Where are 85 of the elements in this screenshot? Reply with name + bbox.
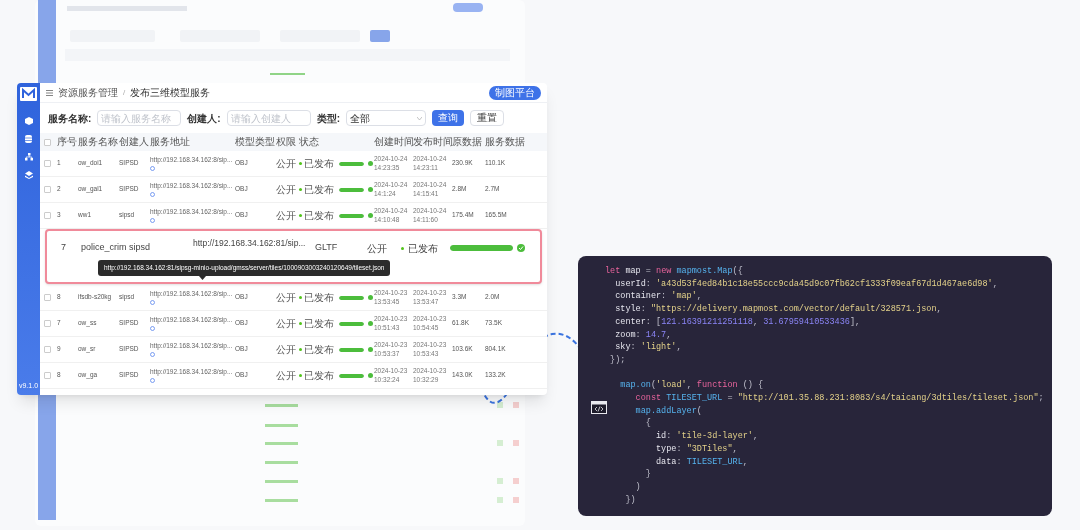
link-icon[interactable] xyxy=(150,192,155,198)
reset-button[interactable]: 重置 xyxy=(470,110,505,126)
code-line: const TILESET_URL = "http://101.35.88.231:8083/s4/taicang/3dtiles/tileset.json"; xyxy=(634,392,1045,405)
column-header: 原数据 xyxy=(452,137,483,147)
table-cell-text: 公开 xyxy=(276,344,297,355)
table-cell-text: 公开 xyxy=(276,158,297,169)
type-dropdown[interactable]: 全部 xyxy=(346,110,427,126)
filter-label: 创建人: xyxy=(187,111,221,126)
table-cell-text: 7 xyxy=(61,241,67,255)
code-line: type: "3DTiles", xyxy=(655,442,739,456)
search-button[interactable]: 查询 xyxy=(432,110,465,126)
code-line: { xyxy=(644,417,652,431)
breadcrumb-link[interactable]: 资源服务管理 xyxy=(58,85,118,100)
logo-icon xyxy=(20,87,37,101)
database-icon[interactable] xyxy=(25,135,32,143)
link-icon[interactable] xyxy=(150,166,155,172)
code-line: zoom: 14.7, xyxy=(614,328,673,342)
table-cell-text: 公开 xyxy=(276,370,297,381)
code-line: let map = new mapmost.Map({ xyxy=(605,265,744,278)
code-line: center: [121.16391211251118, 31.67959410533436], xyxy=(614,315,862,329)
code-line: }); xyxy=(609,353,627,367)
status-text: 已发布 xyxy=(303,292,334,303)
breadcrumb-separator: / xyxy=(123,86,126,99)
column-header: 服务数据 xyxy=(485,137,526,147)
code-line: ) xyxy=(634,480,642,494)
column-header: 创建人 xyxy=(119,137,149,147)
table-cell-text: 公开 xyxy=(276,210,297,221)
column-header: 序号 xyxy=(57,137,77,147)
filter-label: 服务名称: xyxy=(48,111,92,126)
column-header: 服务名称 xyxy=(78,137,118,147)
status-text: 已发布 xyxy=(408,241,439,256)
map-platform-button[interactable]: 制图平台 xyxy=(489,85,541,100)
tooltip-pointer xyxy=(199,276,206,280)
column-header: 创建时间 xyxy=(374,137,412,147)
code-line: } xyxy=(644,468,652,481)
stack-icon[interactable] xyxy=(24,171,33,179)
filter-label: 类型: xyxy=(316,111,341,126)
checkbox[interactable] xyxy=(44,320,51,327)
status-text: 已发布 xyxy=(303,210,334,221)
code-line: style: "https://delivery.mapmost.com/vector/default/328571.json, xyxy=(614,303,943,316)
checkbox[interactable] xyxy=(44,372,51,379)
table-cell-text: sipsd xyxy=(129,241,151,255)
breadcrumb-current: 发布三维模型服务 xyxy=(130,86,211,100)
link-icon[interactable] xyxy=(150,326,155,332)
code-line: map.on('load', function () { xyxy=(619,379,765,392)
column-header: 权限 xyxy=(276,137,297,147)
table-cell-text: http://192.168.34.162:81/sip... xyxy=(193,237,307,250)
checkbox[interactable] xyxy=(44,138,51,146)
checkbox[interactable] xyxy=(44,186,51,193)
status-text: 已发布 xyxy=(303,370,334,381)
link-icon[interactable] xyxy=(150,378,155,384)
code-line: sky: 'light', xyxy=(614,341,683,354)
table-cell-text: 公开 xyxy=(276,184,297,195)
status-text: 已发布 xyxy=(303,184,334,195)
checkbox[interactable] xyxy=(44,294,51,301)
chevron-down-icon xyxy=(417,116,423,120)
check-circle-icon xyxy=(517,244,525,252)
status-text: 已发布 xyxy=(303,344,334,355)
checkbox[interactable] xyxy=(44,212,51,219)
column-header: 模型类型 xyxy=(235,137,275,147)
checkbox[interactable] xyxy=(44,346,51,353)
checkbox[interactable] xyxy=(44,160,51,167)
status-text: 已发布 xyxy=(303,158,334,169)
status-text: 已发布 xyxy=(303,318,334,329)
code-line: userId: 'a43d53f4ed84b1c18e55ccc9cda45d9c07fb62cf1333f09eaf67d1d467ae6d98', xyxy=(614,277,999,291)
table-cell-text: 公开 xyxy=(276,318,297,329)
table-cell-text: 公开 xyxy=(367,241,388,256)
hierarchy-icon[interactable] xyxy=(24,153,33,161)
menu-icon[interactable] xyxy=(46,89,53,96)
table-cell-text: 公开 xyxy=(276,292,297,303)
code-line: id: 'tile-3d-layer', xyxy=(655,430,760,443)
link-icon[interactable] xyxy=(150,218,155,224)
code-line: container: 'map', xyxy=(614,290,703,304)
column-header: 状态 xyxy=(299,137,320,147)
table-cell-text: police_crim xyxy=(81,241,128,255)
column-header: 服务地址 xyxy=(150,137,191,147)
code-line: }) xyxy=(624,493,637,507)
code-line: map.addLayer( xyxy=(634,404,703,418)
cube-icon[interactable] xyxy=(24,117,33,125)
link-icon[interactable] xyxy=(150,352,155,358)
link-icon[interactable] xyxy=(150,300,155,306)
code-icon xyxy=(591,401,607,414)
column-header: 发布时间 xyxy=(413,137,451,147)
code-line: data: TILESET_URL, xyxy=(655,455,749,469)
table-cell-text: GLTF xyxy=(315,241,339,255)
